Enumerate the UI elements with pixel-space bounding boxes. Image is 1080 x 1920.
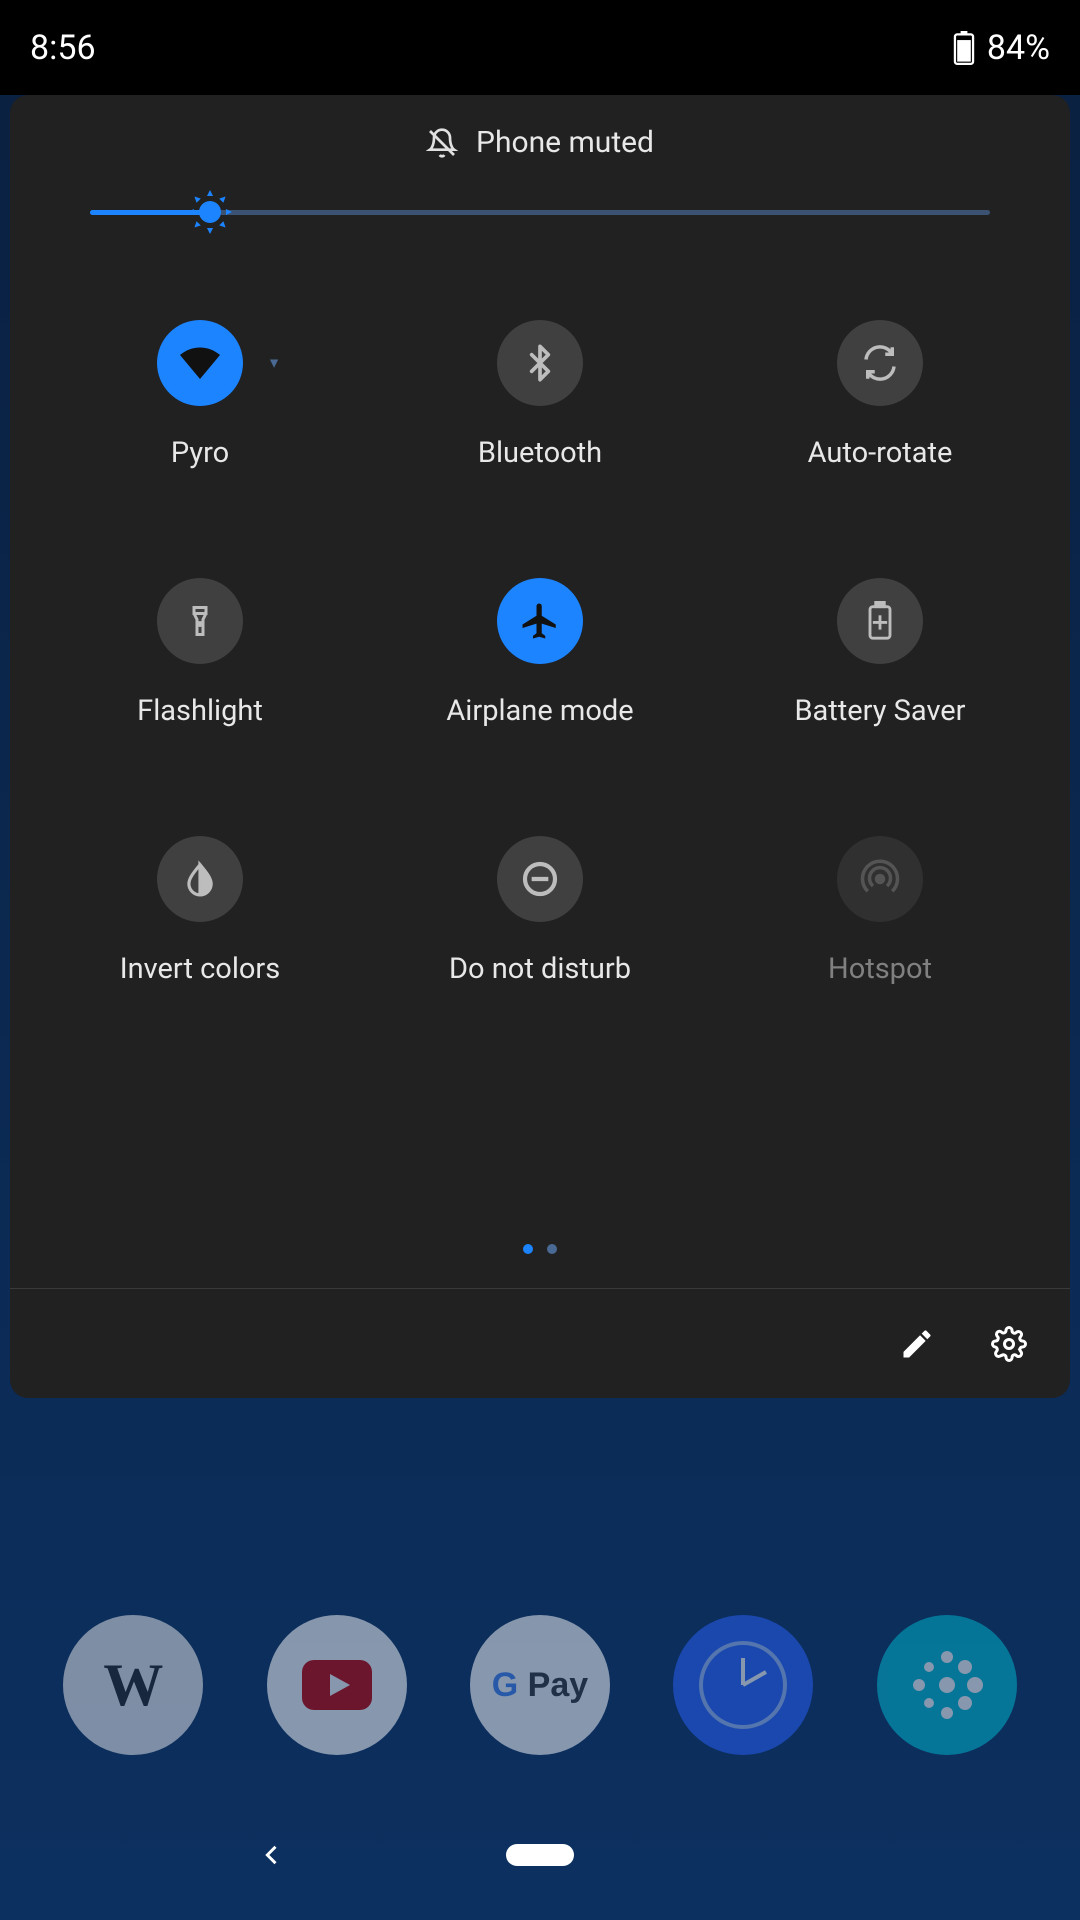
tile-label: Do not disturb [449,952,631,986]
autorotate-icon [837,320,923,406]
tile-wifi[interactable]: ▼ Pyro [30,320,370,578]
dnd-icon [497,836,583,922]
dock-app-wikipedia[interactable]: W [63,1615,203,1755]
tile-invert[interactable]: Invert colors [30,836,370,1094]
wifi-icon: ▼ [157,320,243,406]
hotspot-icon [837,836,923,922]
pager-dot [547,1244,557,1254]
tile-label: Airplane mode [446,694,633,728]
brightness-thumb-icon[interactable] [186,188,234,236]
quick-settings-panel: Phone muted ▼ Pyro Bluetooth Auto-ro [10,95,1070,1398]
nav-bar [0,1790,1080,1920]
home-dock: W G Pay [0,1615,1080,1755]
tile-label: Battery Saver [794,694,965,728]
brightness-slider[interactable] [10,190,1070,280]
dock-app-youtube[interactable] [267,1615,407,1755]
tile-label: Flashlight [137,694,263,728]
tile-dnd[interactable]: Do not disturb [370,836,710,1094]
tile-flashlight[interactable]: Flashlight [30,578,370,836]
nav-back-button[interactable] [258,1841,286,1869]
invert-icon [157,836,243,922]
tile-autorotate[interactable]: Auto-rotate [710,320,1050,578]
status-battery-pct: 84% [987,28,1050,68]
bell-muted-icon [426,127,458,159]
settings-button[interactable] [988,1323,1030,1365]
tile-airplane[interactable]: Airplane mode [370,578,710,836]
edit-button[interactable] [896,1323,938,1365]
bluetooth-icon [497,320,583,406]
tile-hotspot[interactable]: Hotspot [710,836,1050,1094]
airplane-icon [497,578,583,664]
battery-icon [953,31,975,65]
status-time: 8:56 [30,28,96,68]
qs-tiles-grid: ▼ Pyro Bluetooth Auto-rotate Flashlight [10,280,1070,1244]
tile-bluetooth[interactable]: Bluetooth [370,320,710,578]
nav-home-pill[interactable] [506,1844,574,1866]
tile-label: Invert colors [120,952,280,986]
dock-app-fitbit[interactable] [877,1615,1017,1755]
tile-label: Bluetooth [478,436,602,470]
tile-label: Hotspot [828,952,932,986]
qs-footer [10,1288,1070,1398]
tile-label: Pyro [171,436,229,470]
qs-header: Phone muted [10,125,1070,190]
qs-pager[interactable] [10,1244,1070,1288]
qs-header-text: Phone muted [476,125,654,160]
dock-app-clock[interactable] [673,1615,813,1755]
pager-dot-active [523,1244,533,1254]
chevron-down-icon[interactable]: ▼ [267,355,281,372]
tile-batterysaver[interactable]: Battery Saver [710,578,1050,836]
tile-label: Auto-rotate [808,436,953,470]
flashlight-icon [157,578,243,664]
dock-app-gpay[interactable]: G Pay [470,1615,610,1755]
batterysaver-icon [837,578,923,664]
status-bar: 8:56 84% [0,0,1080,95]
